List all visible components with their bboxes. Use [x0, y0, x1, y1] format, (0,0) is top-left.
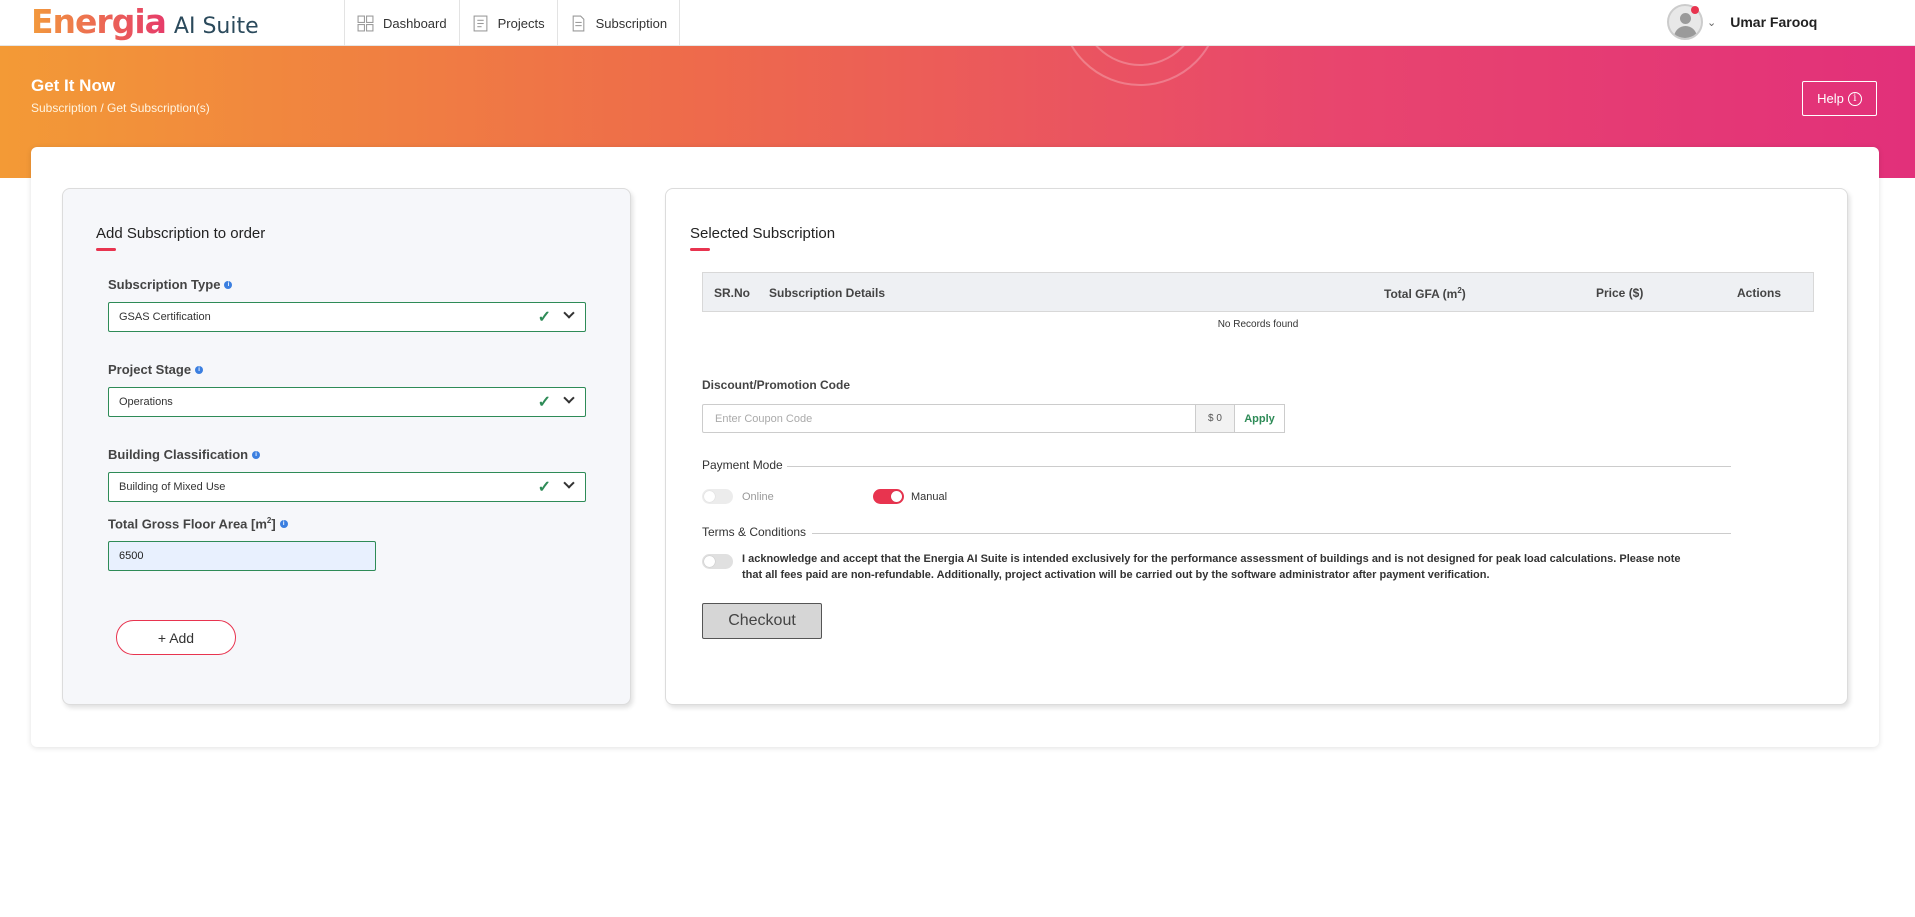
page-title: Get It Now — [31, 76, 116, 95]
plus-icon: + — [157, 629, 167, 646]
user-menu[interactable]: ⌄ Umar Farooq — [1667, 4, 1817, 40]
notification-badge — [1691, 6, 1699, 14]
discount-group: $ 0 Apply — [702, 404, 1285, 433]
discount-amount: $ 0 — [1196, 404, 1235, 433]
app-logo[interactable]: Energia AI Suite — [31, 2, 259, 41]
manual-label: Manual — [911, 491, 948, 503]
selected-subscription-panel: Selected Subscription SR.No Subscription… — [665, 188, 1848, 705]
nav-item-subscription[interactable]: Subscription — [556, 0, 681, 46]
panel-title: Selected Subscription — [690, 225, 836, 242]
info-icon: i — [1847, 91, 1862, 106]
checkout-button[interactable]: Checkout — [702, 603, 822, 639]
select-value: Building of Mixed Use — [119, 481, 226, 493]
title-underline — [690, 248, 710, 251]
building-classification-label: Building Classification i — [108, 447, 261, 462]
add-subscription-button[interactable]: + Add — [116, 620, 236, 655]
project-stage-label: Project Stage i — [108, 362, 204, 377]
user-name: Umar Farooq — [1730, 14, 1818, 30]
col-srno: SR.No — [714, 286, 750, 300]
title-underline — [96, 248, 116, 251]
nav-item-projects[interactable]: Projects — [458, 0, 557, 46]
apply-button[interactable]: Apply — [1235, 404, 1285, 433]
chevron-down-icon — [563, 477, 575, 489]
add-subscription-panel: Add Subscription to order Subscription T… — [62, 188, 631, 705]
terms-label: Terms & Conditions — [702, 525, 807, 539]
info-icon[interactable]: i — [252, 450, 261, 459]
help-button[interactable]: Help i — [1802, 81, 1877, 116]
dashboard-icon — [357, 15, 374, 31]
terms-text: I acknowledge and accept that the Energi… — [742, 553, 1681, 581]
empty-state: No Records found — [1217, 319, 1299, 330]
breadcrumb: Subscription / Get Subscription(s) — [31, 101, 210, 115]
project-stage-select[interactable]: Operations ✓ — [108, 387, 586, 417]
check-icon: ✓ — [537, 309, 551, 326]
gfa-label: Total Gross Floor Area [m2] i — [108, 516, 288, 531]
select-value: Operations — [119, 396, 173, 408]
divider — [812, 533, 1731, 534]
nav-item-dashboard[interactable]: Dashboard — [344, 0, 459, 46]
terms-toggle[interactable] — [702, 554, 733, 569]
building-classification-select[interactable]: Building of Mixed Use ✓ — [108, 472, 586, 502]
select-value: GSAS Certification — [119, 311, 211, 323]
logo-suffix: AI Suite — [173, 14, 259, 39]
chevron-down-icon: ⌄ — [1707, 16, 1717, 29]
payment-mode-label: Payment Mode — [702, 458, 783, 472]
online-toggle[interactable] — [702, 489, 733, 504]
help-label: Help — [1817, 91, 1844, 106]
nav-item-label: Subscription — [595, 15, 668, 31]
check-icon: ✓ — [537, 479, 551, 496]
main-nav: Dashboard Projects Subscription — [344, 0, 681, 46]
nav-item-label: Projects — [497, 15, 545, 31]
divider — [787, 466, 1731, 467]
projects-icon — [473, 15, 488, 31]
subscription-type-label: Subscription Type i — [108, 277, 233, 292]
manual-toggle[interactable] — [873, 489, 904, 504]
subscription-type-select[interactable]: GSAS Certification ✓ — [108, 302, 586, 332]
coupon-input[interactable] — [702, 404, 1196, 433]
top-navbar: Energia AI Suite Dashboard Projects Subs… — [0, 0, 1915, 46]
info-icon[interactable]: i — [195, 365, 204, 374]
col-actions: Actions — [1737, 286, 1782, 300]
col-price: Price ($) — [1596, 286, 1644, 300]
col-details: Subscription Details — [769, 286, 886, 300]
online-label: Online — [742, 491, 774, 503]
subscription-table: SR.No Subscription Details Total GFA (m2… — [702, 272, 1814, 342]
chevron-down-icon — [563, 392, 575, 404]
subscription-icon — [572, 15, 584, 31]
nav-item-label: Dashboard — [383, 15, 447, 31]
discount-label: Discount/Promotion Code — [702, 378, 850, 392]
table-header: SR.No Subscription Details Total GFA (m2… — [702, 272, 1814, 312]
chevron-down-icon — [563, 307, 575, 319]
info-icon[interactable]: i — [224, 280, 233, 289]
logo-wordmark: Energia — [31, 2, 167, 41]
gfa-input[interactable] — [108, 541, 376, 571]
col-gfa: Total GFA (m2) — [1384, 286, 1466, 301]
info-icon[interactable]: i — [279, 519, 288, 528]
check-icon: ✓ — [537, 394, 551, 411]
panel-title: Add Subscription to order — [96, 225, 266, 242]
